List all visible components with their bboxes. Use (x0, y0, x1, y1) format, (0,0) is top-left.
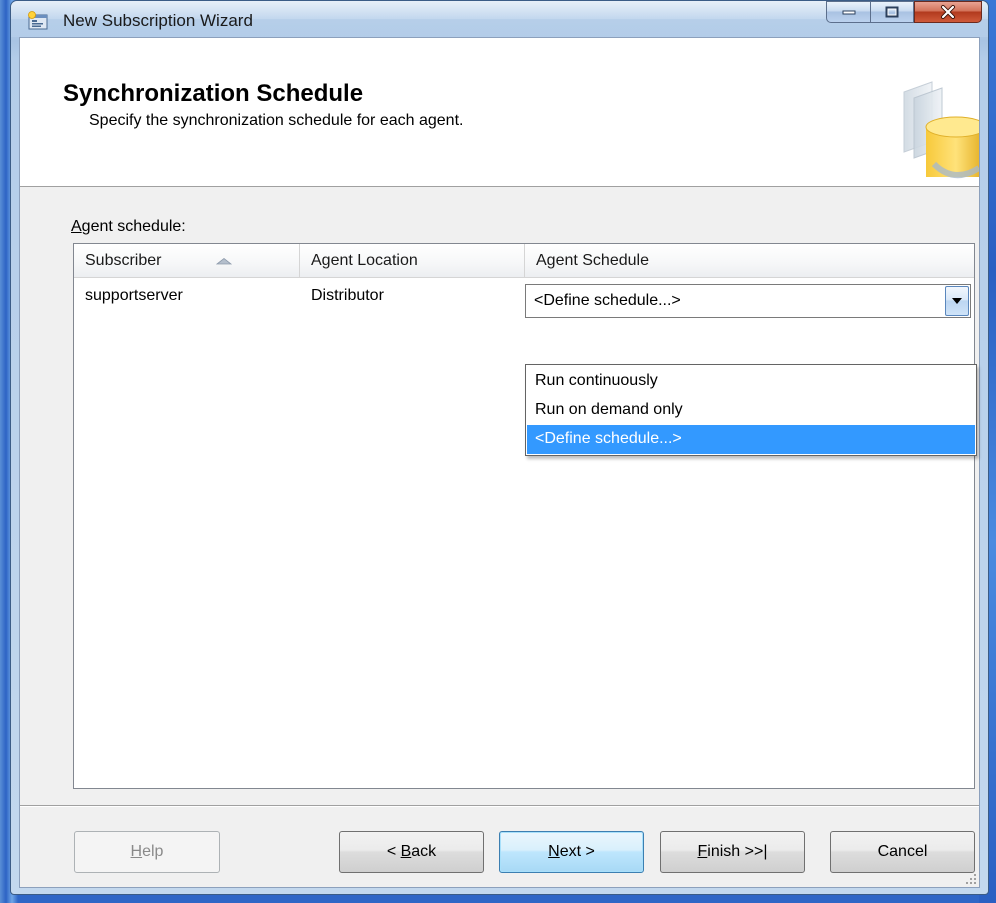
wizard-app-icon (27, 11, 49, 31)
column-header-agent-location[interactable]: Agent Location (300, 244, 525, 278)
cancel-button[interactable]: Cancel (830, 831, 975, 873)
finish-button[interactable]: Finish >>| (660, 831, 805, 873)
column-header-subscriber[interactable]: Subscriber (74, 244, 300, 278)
wizard-header: Synchronization Schedule Specify the syn… (20, 38, 979, 187)
combobox-dropdown-button[interactable] (945, 286, 969, 316)
minimize-icon (842, 10, 855, 15)
wizard-database-graphic (903, 81, 979, 178)
dropdown-arrow-icon (952, 298, 962, 304)
maximize-button[interactable] (870, 1, 914, 23)
agent-schedule-label: Agent schedule: (71, 218, 186, 235)
schedule-dropdown-list: Run continuously Run on demand only <Def… (525, 364, 977, 456)
close-button[interactable] (914, 1, 982, 23)
minimize-button[interactable] (826, 1, 870, 23)
combobox-value: <Define schedule...> (534, 292, 681, 309)
caption-buttons (826, 1, 982, 25)
back-button[interactable]: < Back (339, 831, 484, 873)
page-title: Synchronization Schedule (63, 80, 364, 107)
wizard-client-area: Synchronization Schedule Specify the syn… (19, 37, 980, 888)
button-separator (20, 805, 979, 807)
next-button[interactable]: Next > (499, 831, 644, 873)
cell-subscriber: supportserver (85, 287, 183, 304)
close-icon (941, 5, 955, 19)
window-title: New Subscription Wizard (63, 11, 253, 30)
size-grip-icon[interactable] (965, 873, 977, 885)
dropdown-option-run-on-demand[interactable]: Run on demand only (527, 396, 975, 425)
title-bar[interactable]: New Subscription Wizard (11, 1, 988, 37)
page-subtitle: Specify the synchronization schedule for… (89, 112, 464, 129)
dropdown-option-run-continuously[interactable]: Run continuously (527, 367, 975, 396)
sort-ascending-icon (216, 258, 232, 265)
wizard-window: New Subscription Wizard Synchronization … (10, 0, 989, 895)
dropdown-option-define-schedule[interactable]: <Define schedule...> (527, 425, 975, 454)
agent-schedule-grid[interactable]: Subscriber Agent Location Agent Schedule… (73, 243, 977, 789)
maximize-icon (885, 6, 899, 18)
cell-agent-location: Distributor (311, 287, 384, 304)
column-header-agent-schedule[interactable]: Agent Schedule (525, 244, 974, 278)
agent-schedule-combobox[interactable]: <Define schedule...> (525, 284, 971, 318)
help-button[interactable]: Help (74, 831, 220, 873)
